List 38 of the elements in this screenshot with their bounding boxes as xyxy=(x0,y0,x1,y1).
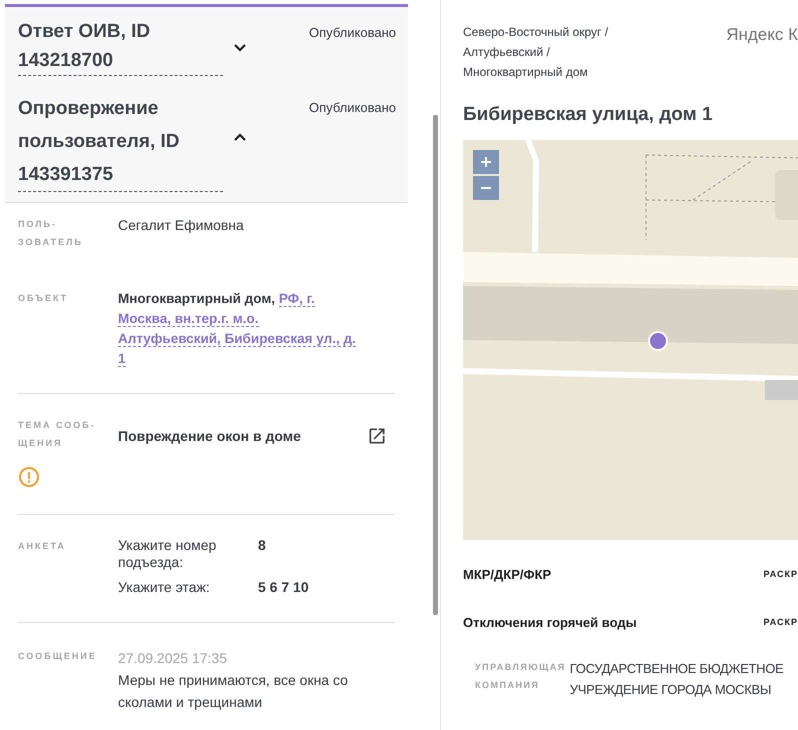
scrollbar[interactable] xyxy=(433,115,438,615)
survey-question: Укажите номер подъезда: xyxy=(118,537,218,571)
section-title: МКР/ДКР/ФКР xyxy=(463,566,552,582)
zoom-out-button[interactable] xyxy=(473,176,499,200)
address-link[interactable]: 1 xyxy=(118,351,126,367)
plus-icon xyxy=(480,156,492,168)
topic-value: Повреждение окон в доме xyxy=(118,427,301,446)
address-link[interactable]: Москва, вн.тер.г. м.о. xyxy=(118,311,259,327)
survey-question: Укажите этаж: xyxy=(118,579,211,596)
response-title[interactable]: Опровержение пользователя, ID 143391375 xyxy=(18,92,223,192)
map-source-label: Яндекс К xyxy=(726,25,798,46)
response-title[interactable]: Ответ ОИВ, ID 143218700 xyxy=(18,17,223,76)
breadcrumb[interactable]: Многоквартирный дом xyxy=(463,62,588,82)
section-title: Отключения горячей воды xyxy=(463,614,637,630)
expand-button[interactable]: РАСКР xyxy=(764,617,798,627)
survey-answer: 8 xyxy=(258,537,267,555)
company-label: УПРАВЛЯЮЩАЯ КОМПАНИЯ xyxy=(475,661,566,692)
field-label: ОБЪЕКТ xyxy=(18,292,70,305)
field-label: АНКЕТА xyxy=(18,540,67,553)
object-type: Многоквартирный дом, xyxy=(118,291,276,306)
expand-button[interactable]: РАСКР xyxy=(764,569,798,579)
address-link[interactable]: Алтуфьевский, Бибиревская ул., д. xyxy=(118,331,356,347)
external-link-icon[interactable] xyxy=(367,426,387,446)
field-label: СООБЩЕНИЕ xyxy=(18,650,98,663)
zoom-in-button[interactable] xyxy=(473,150,499,174)
company-value: ГОСУДАРСТВЕННОЕ БЮДЖЕТНОЕ УЧРЕЖДЕНИЕ ГОРОДА МОСКВЫ xyxy=(570,660,784,699)
status-label: Опубликовано xyxy=(309,25,396,40)
message-date: 27.09.2025 17:35 xyxy=(118,649,228,668)
building-title: Бибиревская улица, дом 1 xyxy=(463,104,714,126)
field-label: ТЕМА СООБ- ЩЕНИЯ xyxy=(18,419,97,450)
address-link[interactable]: РФ, г. xyxy=(278,291,315,307)
field-value: Сегалит Ефимовна xyxy=(118,216,245,235)
breadcrumb[interactable]: Алтуфьевский / xyxy=(463,42,550,62)
message-text: Меры не принимаются, все окна со сколами и трещинами xyxy=(118,671,349,712)
breadcrumb[interactable]: Северо-Восточный округ / xyxy=(463,22,608,42)
field-label: ПОЛЬ- ЗОВАТЕЛЬ xyxy=(18,218,84,249)
survey-answer: 5 6 7 10 xyxy=(258,579,309,596)
status-label: Опубликовано xyxy=(309,100,396,115)
